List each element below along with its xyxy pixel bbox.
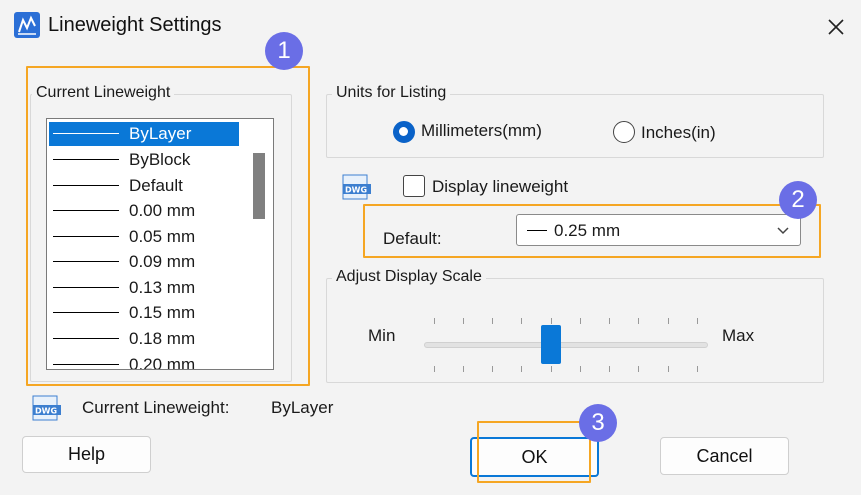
title-bar: Lineweight Settings bbox=[0, 0, 861, 52]
step-badge-2: 2 bbox=[779, 181, 817, 219]
slider-tick bbox=[551, 318, 552, 324]
slider-tick bbox=[463, 318, 464, 324]
step-badge-1: 1 bbox=[265, 32, 303, 70]
help-button[interactable]: Help bbox=[22, 436, 151, 473]
dwg-file-icon: DWG bbox=[32, 395, 62, 421]
current-lineweight-status-value: ByLayer bbox=[271, 398, 334, 417]
slider-tick bbox=[609, 318, 610, 324]
inches-label[interactable]: Inches(in) bbox=[641, 123, 716, 143]
current-lineweight-status-label: Current Lineweight: bbox=[82, 398, 230, 417]
slider-tick bbox=[580, 366, 581, 372]
close-icon bbox=[828, 19, 844, 35]
display-lineweight-label[interactable]: Display lineweight bbox=[432, 177, 568, 197]
slider-tick bbox=[434, 366, 435, 372]
highlight-box-3 bbox=[477, 421, 591, 483]
window-title: Lineweight Settings bbox=[48, 14, 222, 36]
display-lineweight-checkbox[interactable] bbox=[403, 175, 425, 197]
slider-tick bbox=[580, 318, 581, 324]
slider-max-label: Max bbox=[722, 326, 755, 345]
slider-tick bbox=[521, 366, 522, 372]
step-badge-3: 3 bbox=[579, 404, 617, 442]
slider-tick bbox=[668, 366, 669, 372]
highlight-box-2 bbox=[363, 204, 821, 258]
slider-tick bbox=[638, 366, 639, 372]
lineweight-app-icon bbox=[14, 12, 40, 38]
slider-tick bbox=[697, 366, 698, 372]
slider-min-label: Min bbox=[368, 326, 396, 345]
slider-tick bbox=[492, 366, 493, 372]
slider-tick bbox=[609, 366, 610, 372]
millimeters-radio[interactable] bbox=[393, 121, 415, 143]
millimeters-label[interactable]: Millimeters(mm) bbox=[421, 121, 542, 141]
slider-tick bbox=[434, 318, 435, 324]
slider-tick bbox=[551, 366, 552, 372]
display-scale-group-label: Adjust Display Scale bbox=[332, 268, 486, 286]
slider-tick bbox=[668, 318, 669, 324]
slider-tick bbox=[521, 318, 522, 324]
slider-tick bbox=[638, 318, 639, 324]
dwg-file-icon: DWG bbox=[342, 174, 372, 200]
inches-radio[interactable] bbox=[613, 121, 635, 143]
cancel-button[interactable]: Cancel bbox=[660, 437, 789, 475]
units-group-label: Units for Listing bbox=[332, 84, 451, 102]
slider-tick bbox=[463, 366, 464, 372]
slider-tick bbox=[697, 318, 698, 324]
highlight-box-1 bbox=[26, 66, 310, 386]
svg-text:DWG: DWG bbox=[35, 407, 57, 416]
svg-text:DWG: DWG bbox=[345, 186, 367, 195]
display-scale-slider-thumb[interactable] bbox=[541, 325, 561, 364]
close-button[interactable] bbox=[818, 10, 854, 44]
slider-tick bbox=[492, 318, 493, 324]
display-scale-slider-track[interactable] bbox=[424, 342, 708, 348]
